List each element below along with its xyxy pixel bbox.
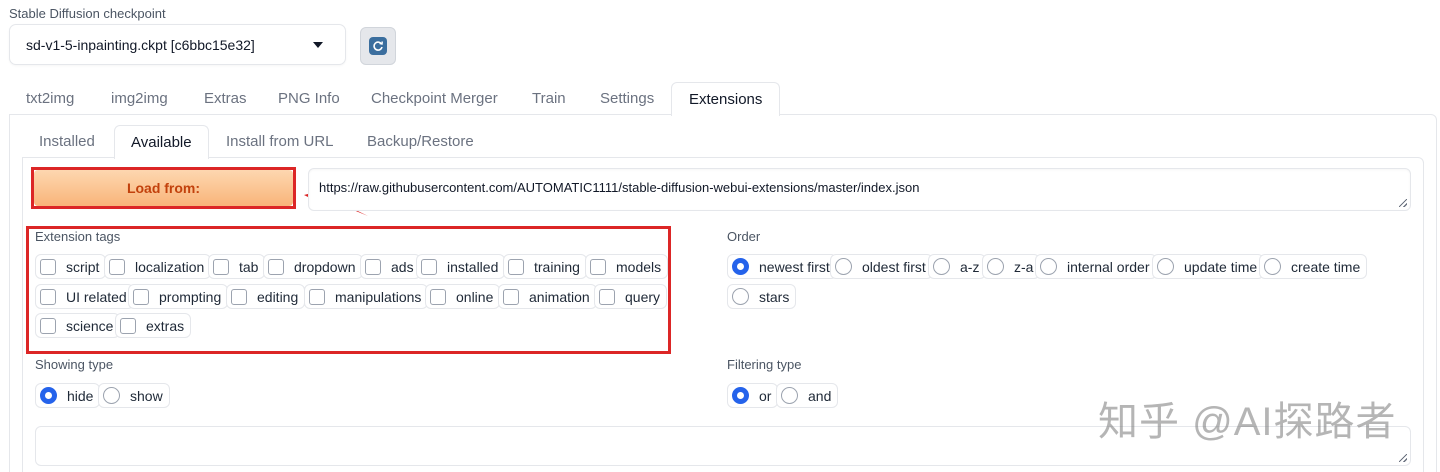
checkpoint-dropdown[interactable]: sd-v1-5-inpainting.ckpt [c6bbc15e32] — [9, 24, 346, 65]
order-z-a[interactable]: z-a — [982, 254, 1041, 279]
tag-training[interactable]: training — [503, 254, 587, 279]
radio[interactable] — [781, 387, 798, 404]
tab-img2img[interactable]: img2img — [94, 82, 185, 115]
tag-dropdown[interactable]: dropdown — [263, 254, 363, 279]
load-url-value: https://raw.githubusercontent.com/AUTOMA… — [319, 180, 920, 195]
tag-extras[interactable]: extras — [115, 313, 192, 338]
resize-handle-icon[interactable] — [1399, 454, 1407, 462]
tab-checkpoint-merger[interactable]: Checkpoint Merger — [354, 82, 515, 115]
radio[interactable] — [103, 387, 120, 404]
radio[interactable] — [40, 387, 57, 404]
order-a-z[interactable]: a-z — [928, 254, 987, 279]
watermark: 知乎 @AI探路者 — [1098, 400, 1397, 444]
checkbox[interactable] — [590, 258, 606, 275]
showing-type-show[interactable]: show — [98, 383, 170, 408]
checkbox[interactable] — [231, 288, 247, 305]
tag-science[interactable]: science — [35, 313, 121, 338]
refresh-checkpoint-button[interactable] — [360, 27, 396, 65]
radio[interactable] — [732, 258, 749, 275]
order-update-time[interactable]: update time — [1152, 254, 1265, 279]
checkbox[interactable] — [213, 258, 229, 275]
tag-ui-related[interactable]: UI related — [35, 284, 134, 309]
radio[interactable] — [1264, 258, 1281, 275]
subtab-available[interactable]: Available — [114, 125, 209, 159]
tag-prompting[interactable]: prompting — [128, 284, 229, 309]
checkpoint-value: sd-v1-5-inpainting.ckpt [c6bbc15e32] — [26, 36, 255, 53]
tag-tab[interactable]: tab — [208, 254, 266, 279]
checkpoint-label: Stable Diffusion checkpoint — [9, 6, 166, 21]
subtab-installed[interactable]: Installed — [23, 125, 111, 158]
tab-train[interactable]: Train — [515, 82, 583, 115]
checkbox[interactable] — [40, 317, 56, 334]
checkbox[interactable] — [40, 288, 56, 305]
radio[interactable] — [1040, 258, 1057, 275]
tab-extras[interactable]: Extras — [187, 82, 264, 115]
filtering-type-and[interactable]: and — [776, 383, 839, 408]
tag-online[interactable]: online — [425, 284, 501, 309]
tag-animation[interactable]: animation — [498, 284, 597, 309]
order-newest-first[interactable]: newest first — [727, 254, 837, 279]
filtering-type-label: Filtering type — [727, 357, 802, 372]
tag-localization[interactable]: localization — [104, 254, 212, 279]
radio[interactable] — [1157, 258, 1174, 275]
order-stars[interactable]: stars — [727, 284, 797, 309]
subtab-install-from-url[interactable]: Install from URL — [210, 125, 350, 158]
tag-editing[interactable]: editing — [226, 284, 306, 309]
checkbox[interactable] — [430, 288, 446, 305]
checkbox[interactable] — [133, 288, 149, 305]
filtering-type-or[interactable]: or — [727, 383, 779, 408]
chevron-down-icon — [313, 42, 323, 48]
order-create-time[interactable]: create time — [1259, 254, 1368, 279]
tag-script[interactable]: script — [35, 254, 107, 279]
tag-ads[interactable]: ads — [360, 254, 421, 279]
checkbox[interactable] — [365, 258, 381, 275]
tag-query[interactable]: query — [594, 284, 668, 309]
tab-txt2img[interactable]: txt2img — [9, 82, 91, 115]
checkbox[interactable] — [503, 288, 519, 305]
tab-settings[interactable]: Settings — [583, 82, 671, 115]
tag-models[interactable]: models — [585, 254, 669, 279]
highlight-box-load — [31, 167, 296, 209]
tab-extensions[interactable]: Extensions — [671, 82, 781, 116]
showing-type-label: Showing type — [35, 357, 114, 372]
checkbox[interactable] — [40, 258, 56, 275]
radio[interactable] — [732, 288, 749, 305]
checkbox[interactable] — [599, 288, 615, 305]
checkbox[interactable] — [309, 288, 325, 305]
refresh-icon — [369, 37, 387, 55]
order-oldest-first[interactable]: oldest first — [830, 254, 933, 279]
tab-png-info[interactable]: PNG Info — [261, 82, 357, 115]
tag-manipulations[interactable]: manipulations — [304, 284, 429, 309]
checkbox[interactable] — [421, 258, 437, 275]
checkbox[interactable] — [109, 258, 125, 275]
checkbox[interactable] — [120, 317, 136, 334]
load-url-input[interactable]: https://raw.githubusercontent.com/AUTOMA… — [308, 168, 1411, 211]
showing-type-hide[interactable]: hide — [35, 383, 101, 408]
subtab-backup-restore[interactable]: Backup/Restore — [351, 125, 490, 158]
radio[interactable] — [732, 387, 749, 404]
radio[interactable] — [987, 258, 1004, 275]
checkbox[interactable] — [508, 258, 524, 275]
order-label: Order — [727, 229, 761, 244]
resize-handle-icon[interactable] — [1399, 199, 1407, 207]
order-internal-order[interactable]: internal order — [1035, 254, 1157, 279]
radio[interactable] — [835, 258, 852, 275]
tag-installed[interactable]: installed — [416, 254, 506, 279]
checkbox[interactable] — [268, 258, 284, 275]
radio[interactable] — [933, 258, 950, 275]
